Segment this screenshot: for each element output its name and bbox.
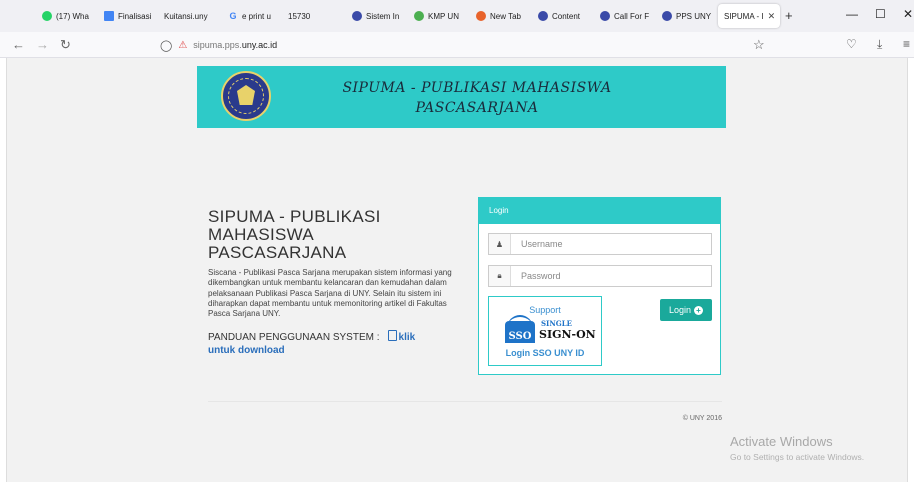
tab-label: Content: [552, 11, 581, 21]
back-icon[interactable]: ←: [12, 37, 25, 52]
page-heading: SIPUMA - PUBLIKASI MAHASISWA PASCASARJAN…: [208, 208, 448, 262]
banner-title-line2: PASCASARJANA: [415, 100, 539, 116]
description-text: Siscana - Publikasi Pasca Sarjana merupa…: [208, 268, 452, 319]
tab-label: Sistem In: [366, 11, 400, 21]
login-panel-header: Login: [479, 198, 720, 224]
uny-icon: [662, 11, 672, 21]
tab-label: Kuitansi.uny: [164, 11, 208, 21]
forward-icon[interactable]: →: [36, 37, 49, 52]
sso-login-link[interactable]: Login SSO UNY ID: [489, 348, 601, 358]
activate-windows-subtitle: Go to Settings to activate Windows.: [730, 452, 865, 462]
guide-label: PANDUAN PENGGUNAAN SYSTEM :: [208, 332, 380, 343]
url-host-prefix: sipuma.pps.: [193, 40, 242, 50]
tab-label: 15730: [288, 11, 311, 21]
minimize-icon[interactable]: —: [846, 7, 858, 21]
browser-tab-kmp[interactable]: KMP UN: [414, 4, 464, 28]
user-icon: ♟: [489, 234, 511, 254]
browser-tab-eprint[interactable]: G e print u: [228, 4, 280, 28]
sso-login-box[interactable]: Support SSO SINGLE SIGN-ON Login SSO UNY…: [488, 296, 602, 366]
login-panel: Login ♟ 🔒︎ Support SSO SINGLE SIGN-ON Lo…: [478, 197, 721, 375]
pocket-icon[interactable]: ♡: [846, 37, 857, 51]
uny-icon: [538, 11, 548, 21]
pdf-icon: [387, 330, 397, 341]
whatsapp-icon: [42, 11, 52, 21]
new-tab-button[interactable]: +: [785, 8, 793, 23]
tab-label: New Tab: [490, 11, 521, 21]
tab-label: Finalisasi: [118, 11, 152, 21]
login-button[interactable]: Login +: [660, 299, 712, 321]
user-guide: PANDUAN PENGGUNAAN SYSTEM : klik untuk do…: [208, 330, 470, 357]
sso-badge: SSO: [505, 321, 535, 343]
footer-divider: [208, 401, 722, 402]
tracking-protection-icon[interactable]: ◯: [160, 39, 172, 52]
globe-icon: [414, 11, 424, 21]
google-docs-icon: [104, 11, 114, 21]
header-banner: SIPUMA - PUBLIKASI MAHASISWA PASCASARJAN…: [197, 66, 726, 128]
uny-icon: [600, 11, 610, 21]
google-icon: G: [229, 11, 237, 21]
browser-tab-15730[interactable]: 15730: [288, 4, 322, 28]
firefox-icon: [476, 11, 486, 21]
banner-title: SIPUMA - PUBLIKASI MAHASISWA PASCASARJAN…: [307, 78, 647, 118]
uny-icon: [352, 11, 362, 21]
browser-tab-kuitansi[interactable]: Kuitansi.uny: [164, 4, 220, 28]
close-tab-icon[interactable]: ✕: [768, 11, 776, 22]
download-guide-link[interactable]: klik: [399, 332, 416, 343]
browser-tab-sipuma-active[interactable]: SIPUMA - I ✕: [718, 4, 780, 28]
browser-tab-finalisasi[interactable]: Finalisasi: [104, 4, 156, 28]
browser-tab-sistem[interactable]: Sistem In: [352, 4, 404, 28]
download-icon[interactable]: ⤓: [877, 37, 882, 52]
heading-line1: SIPUMA - PUBLIKASI: [208, 207, 381, 226]
browser-tab-whatsapp[interactable]: (17) Wha: [42, 4, 92, 28]
tab-label: Call For F: [614, 11, 650, 21]
browser-tab-bar: (17) Wha Finalisasi Kuitansi.uny G e pri…: [0, 0, 914, 32]
activate-windows-title: Activate Windows: [730, 434, 833, 449]
menu-icon[interactable]: ≡: [903, 37, 910, 51]
sso-single-label: SINGLE: [541, 319, 572, 328]
login-button-label: Login: [668, 305, 692, 315]
lock-icon: 🔒︎: [489, 266, 511, 286]
browser-nav-bar: ← → ↻ ◯ ⚠ sipuma.pps. uny.ac.id ☆ ♡ ⤓ ≡: [0, 32, 914, 58]
close-window-icon[interactable]: ✕: [903, 7, 913, 21]
maximize-icon[interactable]: ☐: [875, 7, 886, 21]
address-bar[interactable]: ◯ ⚠ sipuma.pps. uny.ac.id: [160, 35, 780, 55]
copyright-text: © UNY 2016: [682, 415, 722, 422]
plus-circle-icon: +: [694, 305, 704, 315]
browser-tab-pps-uny[interactable]: PPS UNY: [662, 4, 714, 28]
browser-tab-content[interactable]: Content: [538, 4, 590, 28]
heading-line3: PASCASARJANA: [208, 243, 347, 262]
password-input[interactable]: [511, 271, 701, 281]
banner-title-line1: SIPUMA - PUBLIKASI MAHASISWA: [342, 80, 612, 96]
tab-label: (17) Wha: [56, 11, 89, 21]
uny-logo: [221, 71, 271, 121]
url-host-domain: uny.ac.id: [241, 40, 278, 50]
tab-label: PPS UNY: [676, 11, 712, 21]
sso-support-label: Support: [529, 305, 561, 315]
bookmark-star-icon[interactable]: ☆: [753, 37, 765, 53]
browser-tab-new-tab[interactable]: New Tab: [476, 4, 528, 28]
heading-line2: MAHASISWA: [208, 225, 314, 244]
username-input[interactable]: [511, 239, 701, 249]
sso-signon-label: SIGN-ON: [539, 328, 596, 341]
username-field[interactable]: ♟: [488, 233, 712, 255]
tab-label: e print u: [242, 11, 271, 21]
tab-label: KMP UN: [428, 11, 459, 21]
download-guide-link-cont[interactable]: untuk download: [208, 345, 285, 356]
reload-icon[interactable]: ↻: [60, 37, 71, 53]
browser-tab-call-for[interactable]: Call For F: [600, 4, 652, 28]
tab-label: SIPUMA - I: [724, 11, 764, 21]
password-field[interactable]: 🔒︎: [488, 265, 712, 287]
insecure-lock-icon[interactable]: ⚠: [178, 40, 187, 51]
